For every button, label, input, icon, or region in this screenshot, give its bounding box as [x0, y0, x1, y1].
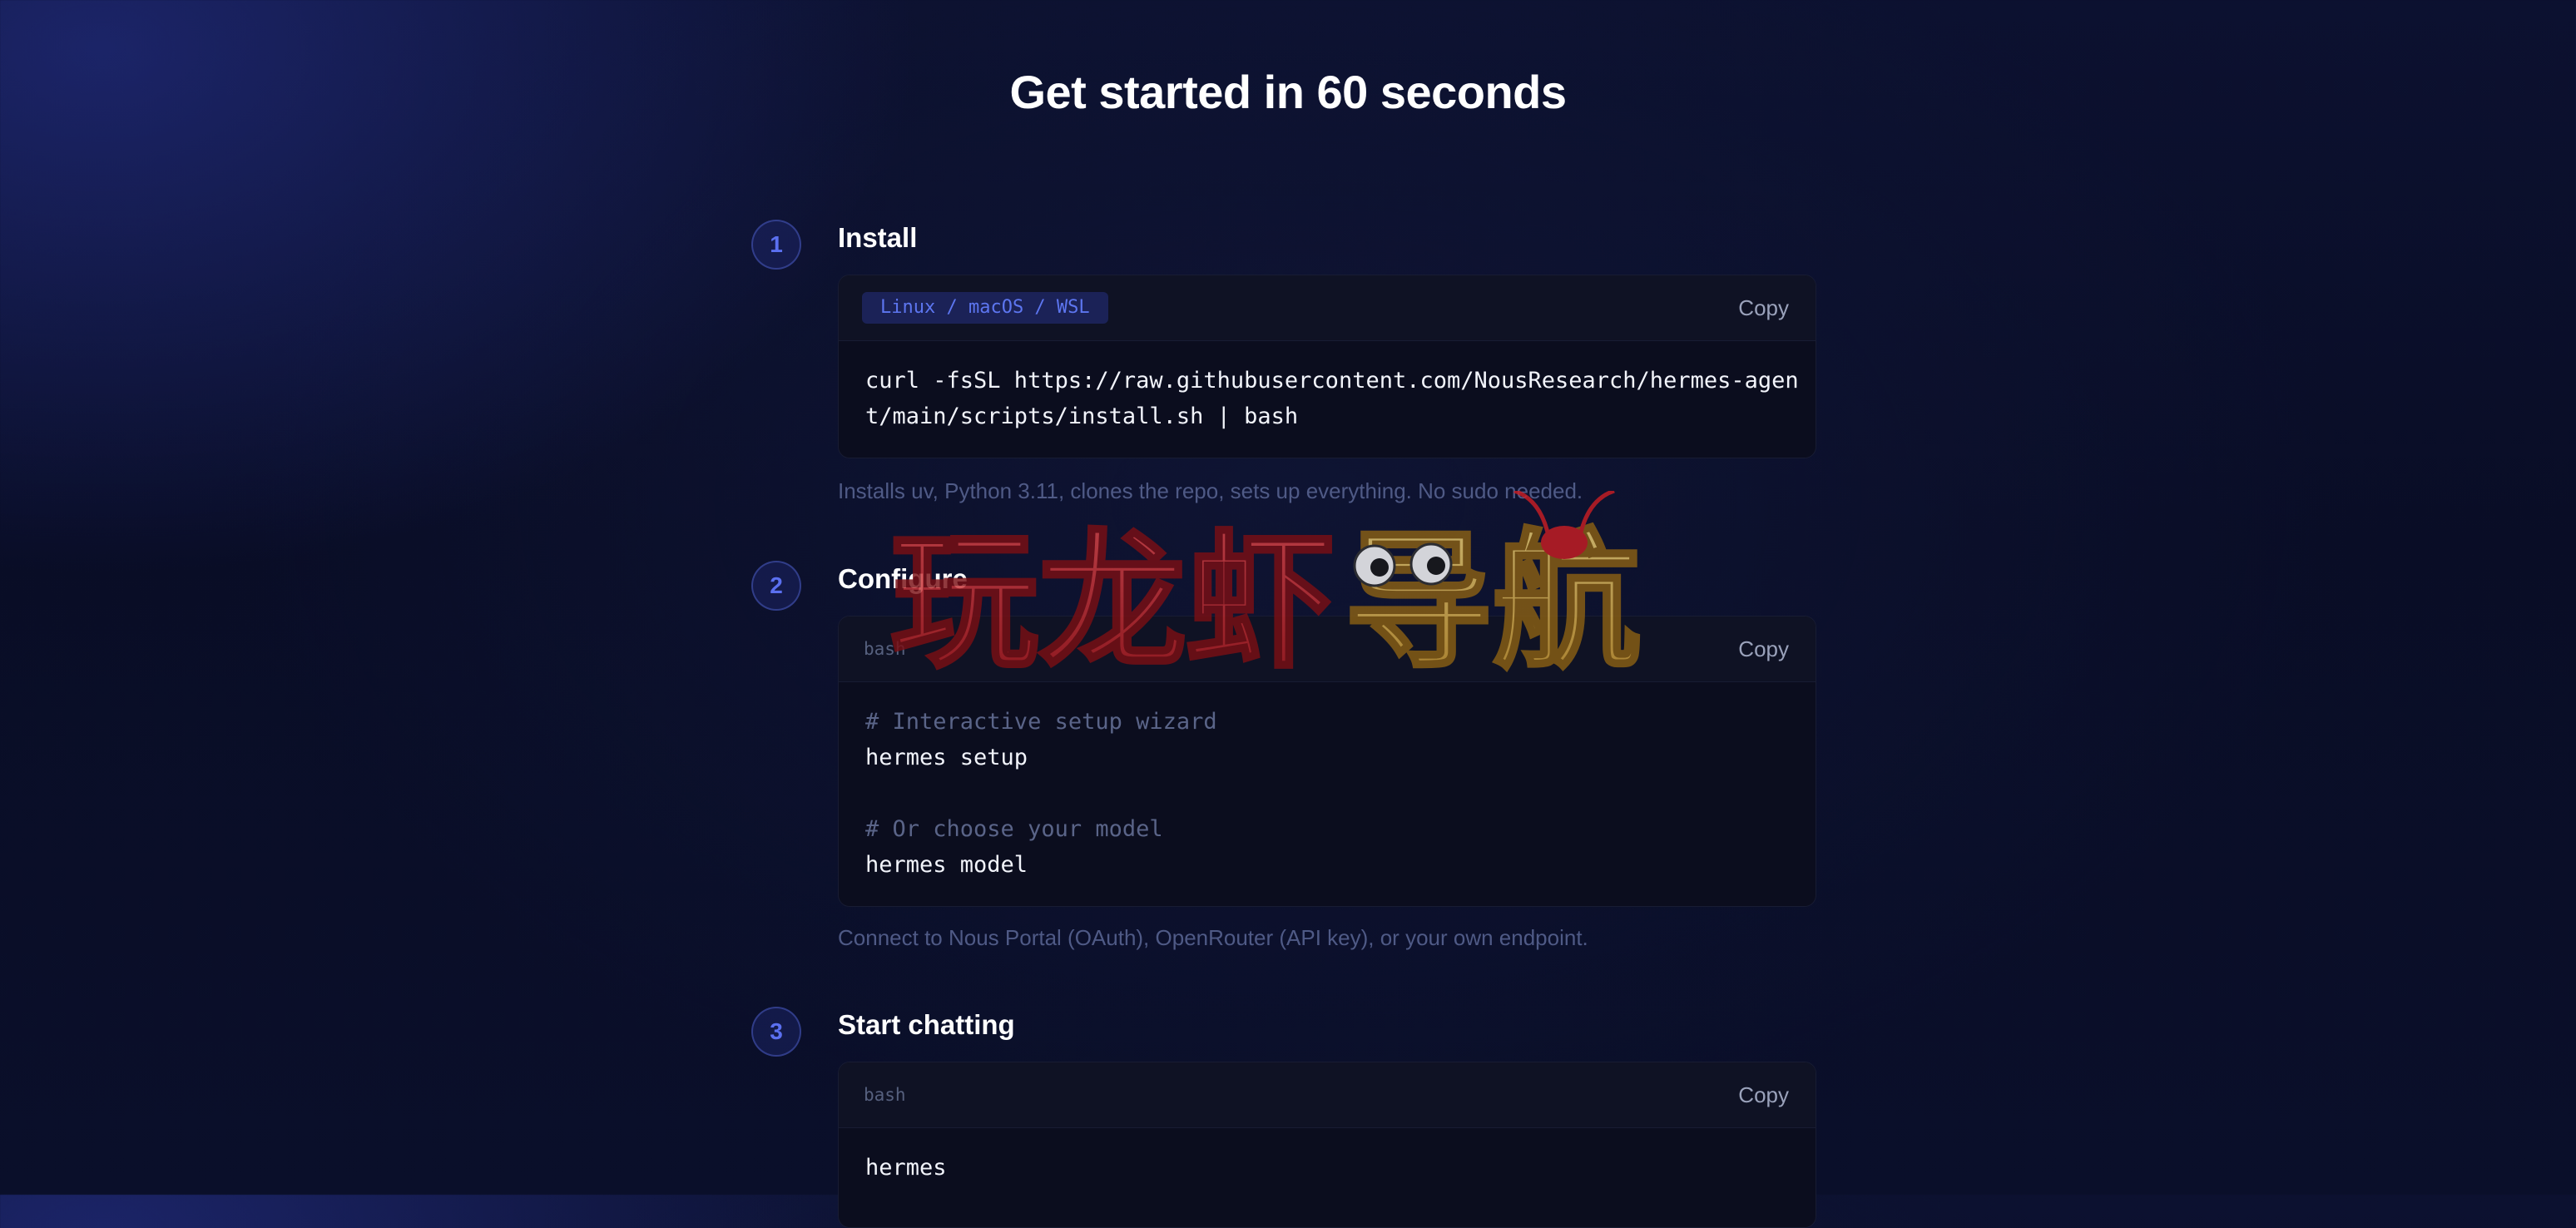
code-block: bash Copy # Interactive setup wizard her… — [838, 616, 1816, 907]
step-start-chatting: 3 Start chatting bash Copy hermes — [751, 1005, 1816, 1228]
step-title: Start chatting — [838, 1009, 1015, 1040]
code-block-header: Linux / macOS / WSL Copy — [839, 275, 1816, 341]
copy-button[interactable]: Copy — [1738, 292, 1789, 324]
step-caption: Connect to Nous Portal (OAuth), OpenRout… — [838, 925, 1588, 950]
page-title: Get started in 60 seconds — [1009, 66, 1567, 118]
code-block: bash Copy hermes — [838, 1062, 1816, 1228]
step-title: Install — [838, 222, 918, 253]
code-line: hermes setup — [865, 745, 1028, 770]
step-install: 1 Install Linux / macOS / WSL Copy curl … — [751, 218, 1816, 517]
code-content: hermes — [839, 1128, 1816, 1209]
code-line: t/main/scripts/install.sh | bash — [865, 404, 1299, 429]
code-block-header: bash Copy — [839, 616, 1816, 682]
language-label: bash — [864, 1085, 906, 1105]
step-number-badge: 2 — [751, 561, 801, 611]
code-line: hermes — [865, 1155, 947, 1181]
code-block-header: bash Copy — [839, 1062, 1816, 1128]
code-content: curl -fsSL https://raw.githubusercontent… — [839, 341, 1816, 458]
code-content: # Interactive setup wizard hermes setup … — [839, 682, 1816, 906]
code-block: Linux / macOS / WSL Copy curl -fsSL http… — [838, 275, 1816, 458]
copy-button[interactable]: Copy — [1738, 633, 1789, 665]
code-comment: # Interactive setup wizard — [865, 709, 1217, 735]
code-comment: # Or choose your model — [865, 816, 1163, 842]
platform-tag: Linux / macOS / WSL — [862, 292, 1108, 324]
step-caption: Installs uv, Python 3.11, clones the rep… — [838, 478, 1583, 503]
code-line: hermes model — [865, 852, 1028, 878]
step-number-badge: 3 — [751, 1007, 801, 1057]
copy-button[interactable]: Copy — [1738, 1079, 1789, 1111]
language-label: bash — [864, 639, 906, 659]
step-configure: 2 Configure bash Copy # Interactive setu… — [751, 559, 1816, 958]
code-line: curl -fsSL https://raw.githubusercontent… — [865, 368, 1799, 394]
step-title: Configure — [838, 563, 968, 594]
step-number-badge: 1 — [751, 220, 801, 270]
